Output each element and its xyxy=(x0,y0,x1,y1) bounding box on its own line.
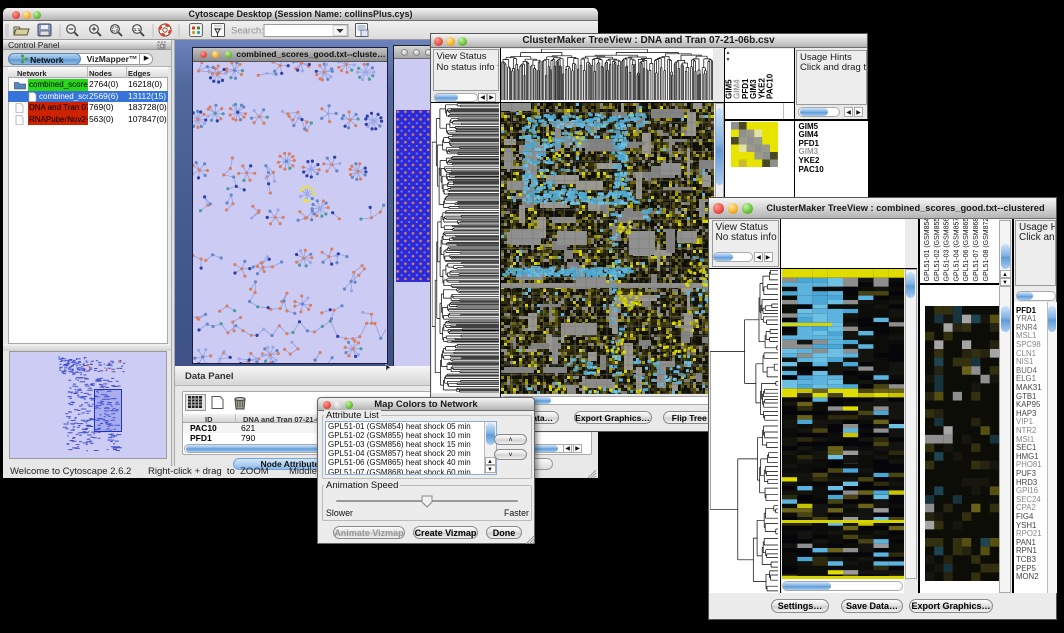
svg-text:GPL51-08 (GSM872): GPL51-08 (GSM872) xyxy=(982,219,989,282)
svg-text:GPL51-06 (GSM865): GPL51-06 (GSM865) xyxy=(963,219,970,282)
svg-text:PAC10: PAC10 xyxy=(766,73,775,99)
svg-text:GPL51-02 (GSM855): GPL51-02 (GSM855) xyxy=(933,219,940,282)
svg-text:GPL51-01 (GSM854): GPL51-01 (GSM854) xyxy=(924,219,931,282)
svg-text:GPL51-03 (GSM856): GPL51-03 (GSM856) xyxy=(943,219,950,282)
svg-text:Search:: Search: xyxy=(231,26,264,37)
svg-text:1:1: 1:1 xyxy=(134,27,141,32)
svg-text:GPL51-04 (GSM857): GPL51-04 (GSM857) xyxy=(953,219,960,282)
svg-text:GPL51-07 (GSM868): GPL51-07 (GSM868) xyxy=(973,219,980,282)
